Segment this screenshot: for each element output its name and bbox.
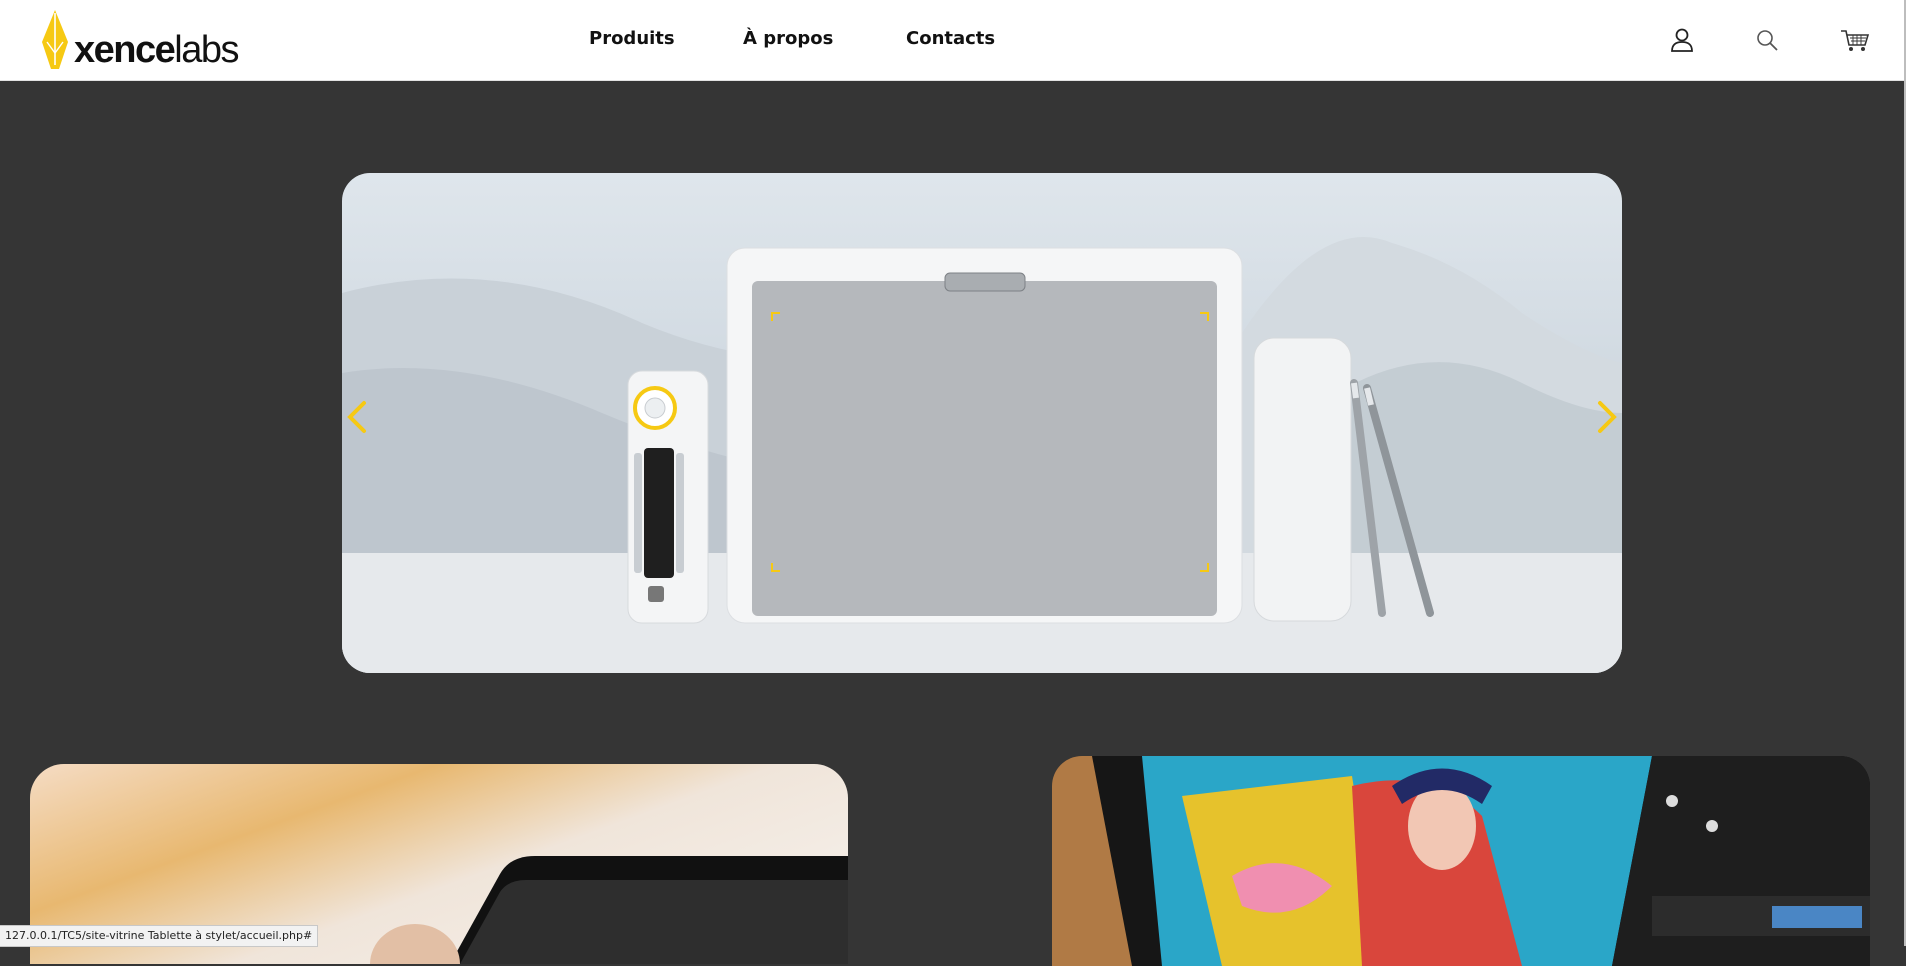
hero-product-image (342, 237, 1622, 673)
quick-keys-remote (627, 370, 709, 624)
site-header: xencelabs Produits À propos Contacts (0, 0, 1904, 81)
cart-icon[interactable] (1839, 26, 1871, 54)
pen-case (1253, 337, 1352, 622)
main-nav: Produits À propos Contacts (0, 28, 1904, 52)
feature-card-right[interactable] (1052, 756, 1870, 966)
nav-item-produits[interactable]: Produits (589, 28, 675, 49)
user-icon[interactable] (1668, 26, 1696, 54)
status-bar-url: 127.0.0.1/TC5/site-vitrine Tablette à st… (0, 925, 319, 947)
pen-tablet (726, 247, 1243, 624)
chevron-left-icon[interactable] (342, 397, 372, 437)
search-icon[interactable] (1753, 26, 1781, 54)
hero-carousel (342, 173, 1622, 673)
chevron-right-icon[interactable] (1592, 397, 1622, 437)
nav-item-a-propos[interactable]: À propos (743, 28, 833, 49)
nav-item-contacts[interactable]: Contacts (906, 28, 995, 49)
pen-display-artwork-image (1052, 756, 1870, 966)
